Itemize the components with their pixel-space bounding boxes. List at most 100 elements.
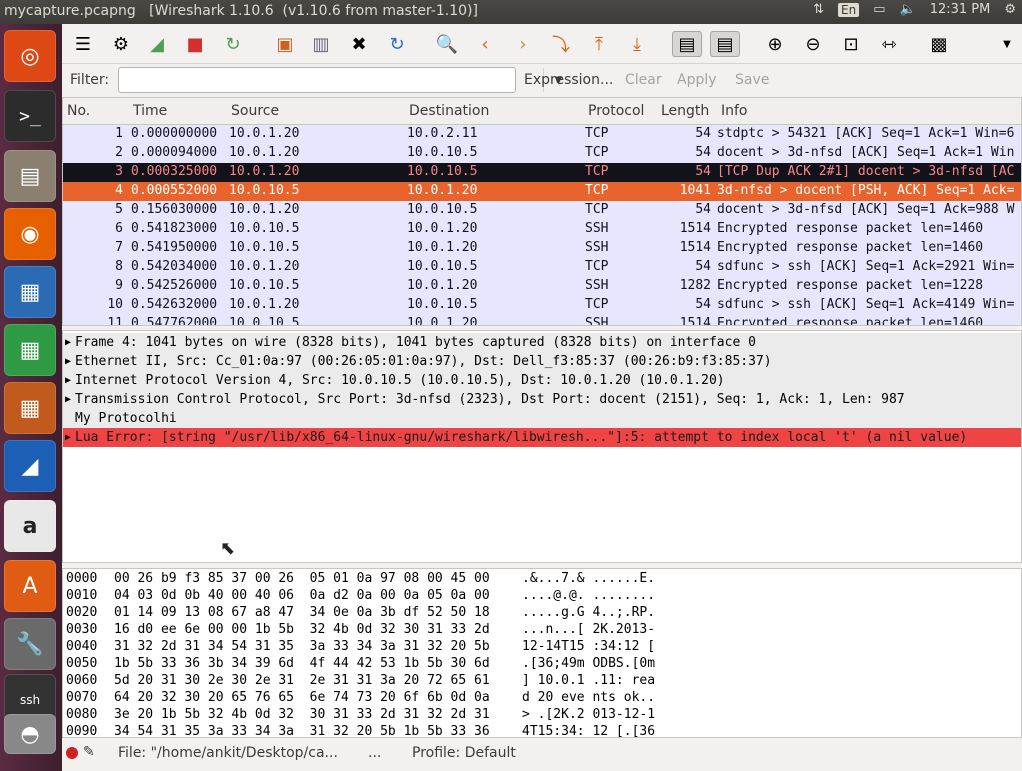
detail-row[interactable]: ▶ Ethernet II, Src: Cc_01:0a:97 (00:26:05…	[63, 352, 1021, 371]
packet-row[interactable]: 8 0.542034000 10.0.1.20 10.0.10.5 TCP 54 sdfun…	[63, 258, 1021, 277]
network-icon[interactable]: ⇅	[813, 2, 824, 17]
filter-input[interactable]: ▼	[118, 67, 562, 93]
packet-cell-info: Encrypted response packet len=1228	[717, 278, 984, 293]
more-icon[interactable]: ▼	[994, 31, 1020, 57]
column-header-destination[interactable]: Destination	[409, 103, 489, 119]
packet-row[interactable]: 11 0.547762000 10.0.10.5 10.0.1.20 SSH 1514 En…	[63, 315, 1021, 326]
resize-columns-icon[interactable]: ⇿	[876, 31, 902, 57]
packet-cell-time: 0.000000000	[131, 126, 218, 141]
software-center-icon[interactable]: A	[4, 560, 56, 612]
go-to-icon[interactable]: ⤵	[548, 31, 574, 57]
forward-icon[interactable]: ›	[510, 31, 536, 57]
expand-arrow-icon[interactable]: ▶	[65, 371, 71, 390]
detail-row[interactable]: ▶ Frame 4: 1041 bytes on wire (8328 bits)…	[63, 333, 1021, 352]
wireshark-icon[interactable]: ◢	[4, 440, 56, 492]
capture-comment-icon[interactable]: ✎	[83, 744, 95, 760]
hex-bytes: 01 14 09 13 08 67 a8 47 34 0e 0a 3b df 5…	[114, 605, 490, 620]
detail-row[interactable]: ▶ Lua Error: [string "/usr/lib/x86_64-lin…	[63, 428, 1021, 447]
expand-arrow-icon[interactable]: ▶	[65, 428, 71, 447]
clock[interactable]: 12:31 PM	[930, 2, 991, 17]
column-header-time[interactable]: Time	[133, 103, 167, 119]
packet-cell-no: 7	[115, 240, 123, 255]
packet-row[interactable]: 10 0.542632000 10.0.1.20 10.0.10.5 TCP 54 sdfu…	[63, 296, 1021, 315]
packet-cell-no: 8	[115, 259, 123, 274]
open-icon[interactable]: ▣	[272, 31, 298, 57]
impress-icon[interactable]: ▦	[4, 382, 56, 434]
hex-ascii: 4T15:34: 12 [.[36	[522, 724, 656, 738]
zoom-out-icon[interactable]: ⊖	[800, 31, 826, 57]
hex-ascii: 12-14T15 :34:12 [	[522, 639, 656, 654]
zoom-in-icon[interactable]: ⊕	[762, 31, 788, 57]
disk-icon[interactable]: ◓	[4, 714, 56, 754]
stop-capture-icon[interactable]: ■	[182, 31, 208, 57]
start-capture-icon[interactable]: ◢	[144, 31, 170, 57]
terminal-icon[interactable]: >_	[4, 90, 56, 142]
packet-bytes[interactable]: 0000 00 26 b9 f3 85 37 00 26 05 01 0a 97 …	[62, 568, 1022, 738]
expand-arrow-icon[interactable]: ▶	[65, 352, 71, 371]
packet-row[interactable]: 4 0.000552000 10.0.10.5 10.0.1.20 TCP 1041 3d-…	[63, 182, 1021, 201]
amazon-icon[interactable]: a	[4, 500, 56, 552]
packet-details[interactable]: ▶ Frame 4: 1041 bytes on wire (8328 bits)…	[62, 330, 1022, 563]
packet-row[interactable]: 6 0.541823000 10.0.10.5 10.0.1.20 SSH 1514 Enc…	[63, 220, 1021, 239]
close-icon[interactable]: ✖	[346, 31, 372, 57]
column-header-protocol[interactable]: Protocol	[588, 103, 644, 119]
packet-cell-len: 54	[695, 297, 711, 312]
writer-icon[interactable]: ▦	[4, 266, 56, 318]
expand-arrow-icon[interactable]: ▶	[65, 390, 71, 409]
packet-cell-len: 1514	[679, 316, 711, 326]
reload-icon[interactable]: ↻	[384, 31, 410, 57]
expression-button[interactable]: Expression...	[524, 72, 613, 88]
battery-icon[interactable]: ▭	[873, 2, 885, 17]
volume-icon[interactable]: 🔈	[900, 2, 916, 17]
save-icon[interactable]: ▥	[308, 31, 334, 57]
interfaces-icon[interactable]: ☰	[70, 31, 96, 57]
ubuntu-dash-icon[interactable]: ◎	[4, 30, 56, 82]
column-header-length[interactable]: Length	[661, 103, 709, 119]
packet-cell-src: 10.0.1.20	[229, 126, 300, 141]
detail-row[interactable]: ▶ Internet Protocol Version 4, Src: 10.0.…	[63, 371, 1021, 390]
detail-row[interactable]: My Protocolhi	[63, 409, 1021, 428]
status-file: File: "/home/ankit/Desktop/ca...	[118, 745, 338, 761]
keyboard-layout[interactable]: En	[838, 2, 860, 17]
packet-row[interactable]: 2 0.000094000 10.0.1.20 10.0.10.5 TCP 54 docen…	[63, 144, 1021, 163]
packet-row[interactable]: 7 0.541950000 10.0.10.5 10.0.1.20 SSH 1514 Enc…	[63, 239, 1021, 258]
packet-row[interactable]: 3 0.000325000 10.0.1.20 10.0.10.5 TCP 54 [TCP …	[63, 163, 1021, 182]
hex-ascii: .[36;49m ODBS.[0m	[522, 656, 656, 671]
packet-cell-src: 10.0.1.20	[229, 202, 300, 217]
last-icon[interactable]: ⤓	[624, 31, 650, 57]
preferences-icon[interactable]: ▩	[926, 31, 952, 57]
column-header-info[interactable]: Info	[721, 103, 748, 119]
expert-info-icon[interactable]	[66, 747, 78, 759]
status-profile[interactable]: Profile: Default	[412, 745, 516, 761]
packet-row[interactable]: 9 0.542526000 10.0.10.5 10.0.1.20 SSH 1282 Enc…	[63, 277, 1021, 296]
packet-row[interactable]: 1 0.000000000 10.0.1.20 10.0.2.11 TCP 54 stdpt…	[63, 125, 1021, 144]
packet-row[interactable]: 5 0.156030000 10.0.1.20 10.0.10.5 TCP 54 docen…	[63, 201, 1021, 220]
options-icon[interactable]: ⚙	[108, 31, 134, 57]
files-icon[interactable]: ▤	[4, 150, 56, 202]
packet-cell-src: 10.0.10.5	[229, 183, 300, 198]
column-header-source[interactable]: Source	[231, 103, 279, 119]
back-icon[interactable]: ‹	[472, 31, 498, 57]
packet-cell-info: Encrypted response packet len=1460	[717, 221, 984, 236]
first-icon[interactable]: ⤒	[586, 31, 612, 57]
save-button[interactable]: Save	[735, 72, 769, 88]
packet-list[interactable]: No. Time Source Destination Protocol Len…	[62, 97, 1022, 326]
detail-row[interactable]: ▶ Transmission Control Protocol, Src Port…	[63, 390, 1021, 409]
system-settings-icon[interactable]: 🔧	[4, 618, 56, 670]
autoscroll-icon[interactable]: ▤	[710, 31, 740, 57]
firefox-icon[interactable]: ◉	[4, 208, 56, 260]
gear-icon[interactable]: ⚙	[1004, 2, 1016, 17]
column-header-no[interactable]: No.	[67, 103, 90, 119]
colorize-icon[interactable]: ▤	[672, 31, 702, 57]
restart-capture-icon[interactable]: ↻	[220, 31, 246, 57]
clear-button[interactable]: Clear	[625, 72, 662, 88]
packet-cell-dst: 10.0.1.20	[407, 221, 478, 236]
expand-arrow-icon[interactable]: ▶	[65, 333, 71, 352]
normal-size-icon[interactable]: ⊡	[838, 31, 864, 57]
find-icon[interactable]: 🔍	[434, 31, 460, 57]
hex-off: 0060	[66, 673, 98, 688]
packet-cell-time: 0.000552000	[131, 183, 218, 198]
apply-button[interactable]: Apply	[677, 72, 717, 88]
hex-off: 0020	[66, 605, 98, 620]
calc-icon[interactable]: ▦	[4, 324, 56, 376]
